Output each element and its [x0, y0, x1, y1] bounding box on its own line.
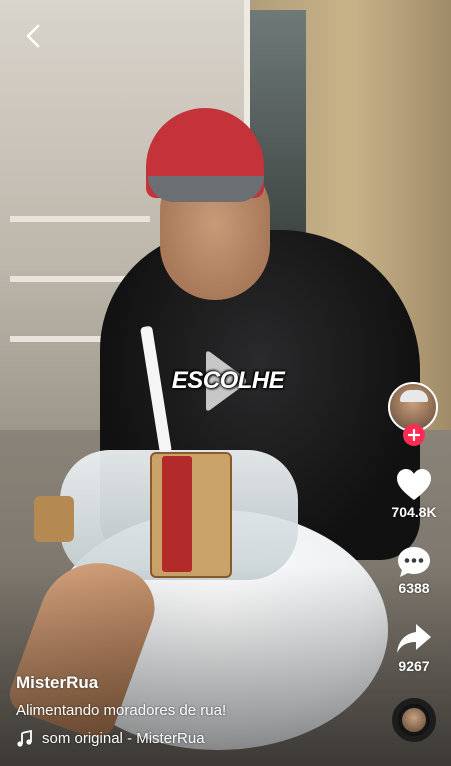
comment-count: 6388	[398, 580, 430, 596]
sound-disc[interactable]	[392, 698, 436, 742]
plus-icon	[408, 429, 420, 441]
bottle-cap	[34, 496, 74, 542]
comment-button[interactable]: 6388	[386, 546, 442, 596]
chevron-left-icon	[26, 24, 40, 48]
share-button[interactable]: 9267	[386, 622, 442, 674]
play-overlay: ESCOLHE	[172, 350, 285, 412]
heart-icon	[397, 469, 431, 500]
post-info: MisterRua Alimentando moradores de rua! …	[16, 672, 376, 749]
like-count: 704.8K	[391, 504, 437, 520]
comment-icon	[398, 547, 430, 577]
like-button[interactable]: 704.8K	[386, 468, 442, 520]
sound-disc-avatar	[402, 708, 426, 732]
cap-brim	[148, 176, 264, 202]
sound-name: som original - MisterRua	[42, 730, 205, 747]
back-button[interactable]	[20, 22, 46, 50]
sound-link[interactable]: som original - MisterRua	[16, 729, 376, 749]
share-count: 9267	[398, 658, 430, 674]
creator-avatar-wrap	[388, 382, 440, 446]
bottle-label-band	[162, 456, 192, 572]
follow-button[interactable]	[403, 424, 425, 446]
post-description: Alimentando moradores de rua!	[16, 702, 227, 719]
video-caption-word: ESCOLHE	[171, 367, 285, 394]
shelf	[10, 216, 150, 222]
music-note-icon	[17, 730, 32, 747]
creator-username[interactable]: MisterRua	[16, 672, 376, 694]
share-icon	[397, 624, 431, 653]
